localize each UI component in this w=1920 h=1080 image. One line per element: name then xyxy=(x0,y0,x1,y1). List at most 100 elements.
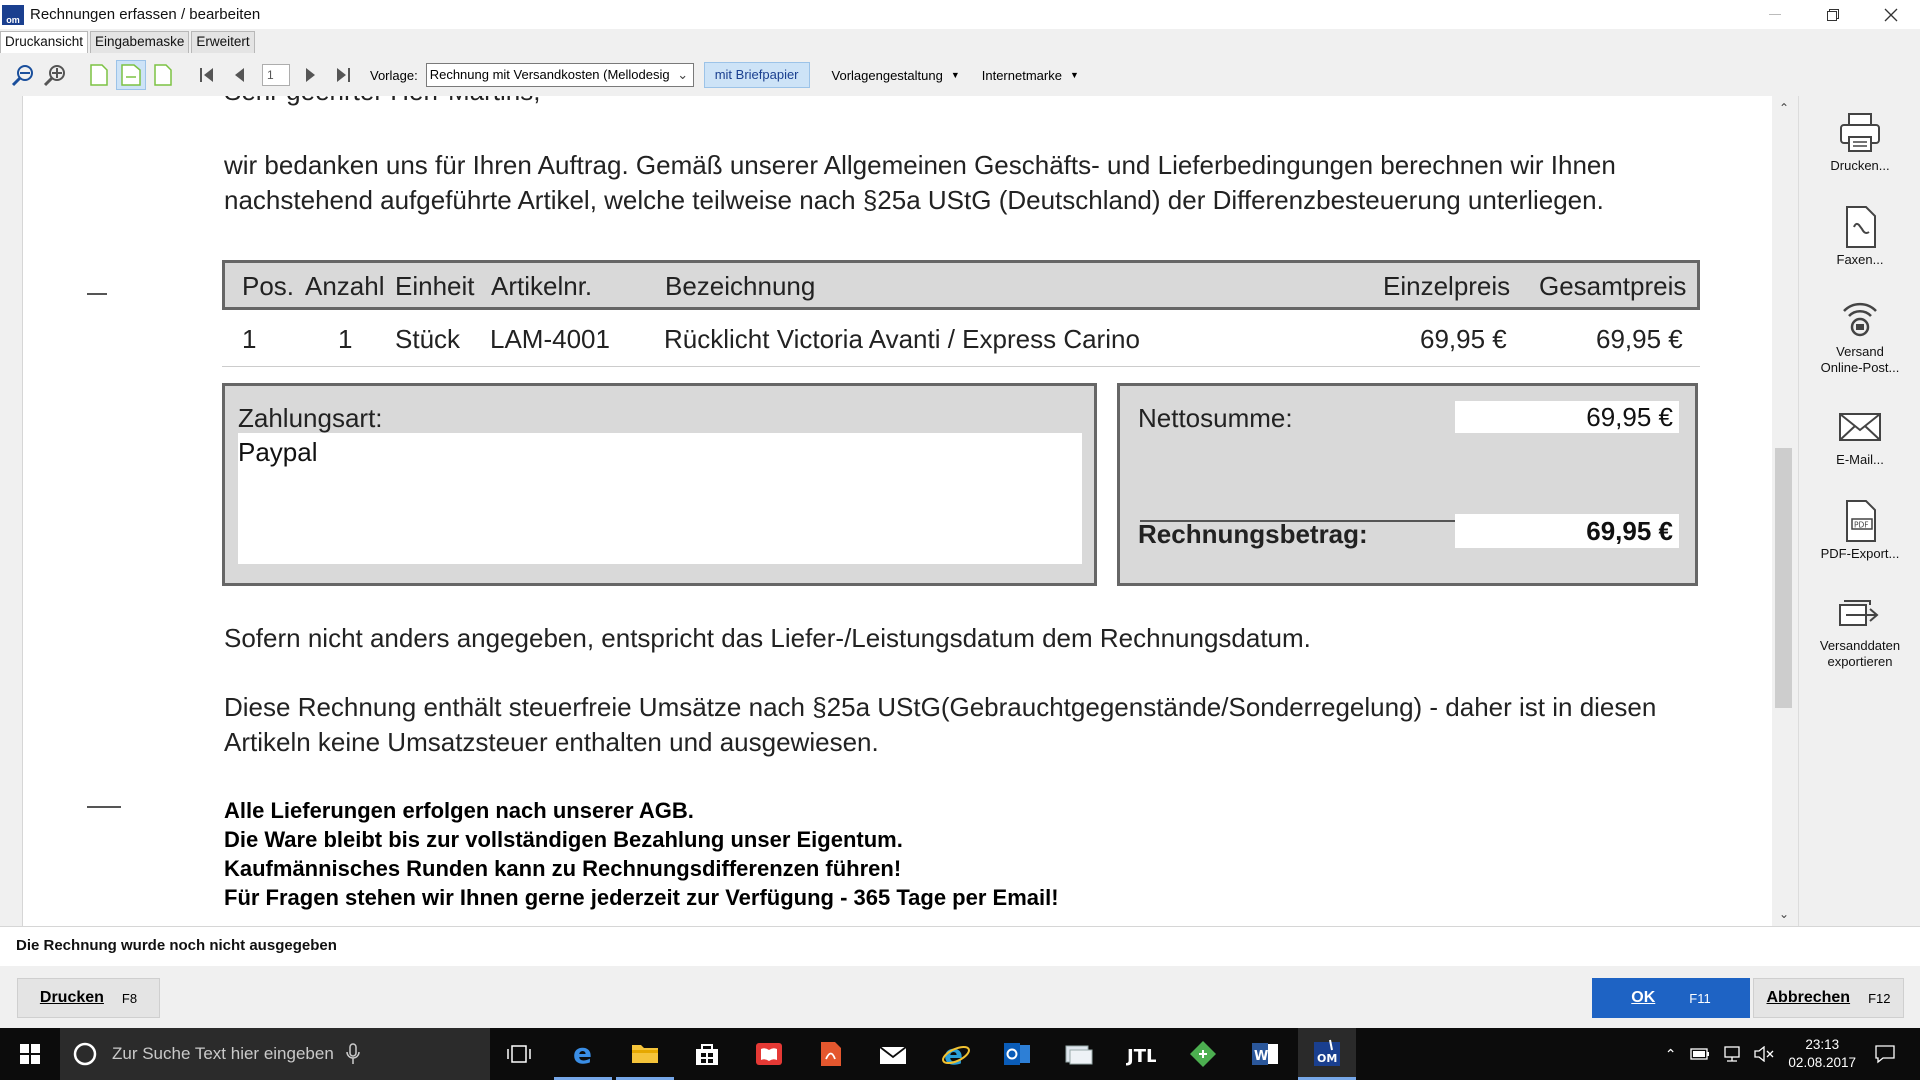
vorlage-select[interactable]: Rechnung mit Versandkosten (Mellodesig ⌄ xyxy=(425,63,694,87)
microphone-icon[interactable] xyxy=(346,1043,360,1065)
file-explorer-app[interactable] xyxy=(616,1028,674,1080)
minimize-button[interactable] xyxy=(1746,0,1804,29)
row-gesamtpreis: 69,95 € xyxy=(1596,324,1683,354)
window-app[interactable] xyxy=(1050,1028,1108,1080)
email-action[interactable]: E-Mail... xyxy=(1799,402,1920,468)
payment-box: Zahlungsart: Paypal xyxy=(222,383,1097,586)
svg-text:PDF: PDF xyxy=(1854,521,1869,530)
speaker-muted-icon[interactable] xyxy=(1754,1046,1774,1062)
svg-text:OM: OM xyxy=(1317,1052,1337,1065)
restore-button[interactable] xyxy=(1804,0,1862,29)
word-app[interactable]: W xyxy=(1236,1028,1294,1080)
dropdown-caret-icon: ▼ xyxy=(950,70,960,80)
delivery-note: Sofern nicht anders angegeben, entsprich… xyxy=(224,623,1311,653)
store-app[interactable] xyxy=(678,1028,736,1080)
scroll-down-icon[interactable]: ⌄ xyxy=(1772,904,1796,924)
outlook-app[interactable] xyxy=(988,1028,1046,1080)
window-controls xyxy=(1746,0,1920,29)
page-width-button[interactable] xyxy=(116,60,146,90)
col-einheit: Einheit xyxy=(395,271,475,301)
system-tray: ⌃ 23:13 02.08.2017 xyxy=(1665,1028,1920,1080)
taskbar-search[interactable]: Zur Suche Text hier eingeben xyxy=(60,1028,490,1080)
clock[interactable]: 23:13 02.08.2017 xyxy=(1788,1036,1856,1072)
row-einzelpreis: 69,95 € xyxy=(1420,324,1507,354)
mail-app[interactable] xyxy=(864,1028,922,1080)
single-page-button[interactable] xyxy=(84,60,114,90)
app-window: om Rechnungen erfassen / bearbeiten Druc… xyxy=(0,0,1920,1080)
pdf-export-label: PDF-Export... xyxy=(1820,546,1900,561)
book-reader-icon xyxy=(756,1043,782,1065)
tab-druckansicht[interactable]: Druckansicht xyxy=(0,31,89,53)
next-page-button[interactable] xyxy=(296,60,326,90)
fold-mark xyxy=(87,293,107,295)
col-artikelnr: Artikelnr. xyxy=(491,271,593,301)
last-page-button[interactable] xyxy=(328,60,358,90)
export-shipping-action[interactable]: Versanddaten exportieren xyxy=(1799,588,1920,670)
netto-value: 69,95 € xyxy=(1455,401,1679,433)
tab-eingabemaske[interactable]: Eingabemaske xyxy=(90,31,190,53)
totals-box: Nettosumme: 69,95 € Rechnungsbetrag: 69,… xyxy=(1117,383,1698,586)
notifications-icon[interactable] xyxy=(1874,1044,1896,1064)
rechnungsbetrag-value: 69,95 € xyxy=(1455,514,1679,548)
pdf-icon: PDF xyxy=(1846,500,1876,542)
title-bar: om Rechnungen erfassen / bearbeiten xyxy=(0,0,1920,29)
start-button[interactable] xyxy=(0,1028,60,1080)
print-action[interactable]: Drucken... xyxy=(1799,108,1920,174)
green-app[interactable] xyxy=(1174,1028,1232,1080)
pdf-export-action[interactable]: PDF PDF-Export... xyxy=(1799,496,1920,562)
payment-value: Paypal xyxy=(238,433,1082,564)
col-gesamtpreis: Gesamtpreis xyxy=(1539,271,1687,301)
rechnungsbetrag-label: Rechnungsbetrag: xyxy=(1138,519,1368,549)
print-button[interactable]: Drucken F8 xyxy=(17,978,160,1018)
reader-app[interactable] xyxy=(740,1028,798,1080)
page-number-field[interactable]: 1 xyxy=(262,64,290,86)
salutation: Sehr geehrter Herr Martins, xyxy=(224,96,540,109)
jtl-app[interactable]: JTL xyxy=(1112,1028,1170,1080)
scrollbar-thumb[interactable] xyxy=(1775,448,1792,708)
cancel-button[interactable]: Abbrechen F12 xyxy=(1753,978,1904,1018)
online-post-action[interactable]: Versand Online-Post... xyxy=(1799,294,1920,376)
internet-explorer-app[interactable]: e xyxy=(926,1028,984,1080)
close-button[interactable] xyxy=(1862,0,1920,29)
last-page-icon xyxy=(337,68,350,82)
battery-icon[interactable] xyxy=(1690,1047,1710,1061)
online-post-icon xyxy=(1843,302,1877,337)
previous-page-button[interactable] xyxy=(224,60,254,90)
vorlagengestaltung-label: Vorlagengestaltung xyxy=(831,67,943,83)
window-title: Rechnungen erfassen / bearbeiten xyxy=(30,6,261,23)
pdf-reader-app[interactable] xyxy=(802,1028,860,1080)
briefpapier-toggle[interactable]: mit Briefpapier xyxy=(703,62,810,88)
vorlagengestaltung-menu[interactable]: Vorlagengestaltung ▼ xyxy=(832,68,960,83)
jtl-icon: JTL xyxy=(1126,1046,1156,1066)
word-icon: W xyxy=(1252,1043,1278,1065)
fax-icon xyxy=(1846,206,1876,248)
print-button-label: Drucken xyxy=(39,989,104,1006)
internetmarke-menu[interactable]: Internetmarke ▼ xyxy=(982,68,1079,83)
whole-page-button[interactable] xyxy=(148,60,178,90)
close-icon xyxy=(1884,8,1898,21)
fax-action[interactable]: Faxen... xyxy=(1799,202,1920,268)
items-table-header: Pos. Anzahl Einheit Artikelnr. Bezeichnu… xyxy=(222,260,1700,310)
ownership-note: Die Ware bleibt bis zur vollständigen Be… xyxy=(224,827,903,852)
store-bag-icon xyxy=(696,1044,718,1065)
next-page-icon xyxy=(306,68,315,82)
zoom-in-button[interactable] xyxy=(40,60,70,90)
ok-button[interactable]: OK F11 xyxy=(1592,978,1750,1018)
tax-note-line-2: Artikeln keine Umsatzsteuer enthalten un… xyxy=(224,727,879,757)
print-preview[interactable]: Sehr geehrter Herr Martins, wir bedanken… xyxy=(0,96,1798,926)
first-page-button[interactable] xyxy=(192,60,222,90)
om-app-icon: OM xyxy=(1314,1039,1340,1066)
dropdown-caret-icon: ▼ xyxy=(1069,70,1079,80)
edge-app[interactable]: e xyxy=(554,1028,612,1080)
zoom-out-button[interactable] xyxy=(8,60,38,90)
om-app[interactable]: OM xyxy=(1298,1028,1356,1080)
tab-erweitert[interactable]: Erweitert xyxy=(191,31,255,53)
task-view-button[interactable] xyxy=(490,1028,548,1080)
first-page-icon xyxy=(200,68,213,82)
vertical-scrollbar[interactable]: ⌃ ⌄ xyxy=(1772,96,1796,926)
network-icon[interactable] xyxy=(1722,1046,1742,1062)
payment-label: Zahlungsart: xyxy=(238,403,383,433)
tray-chevron-icon[interactable]: ⌃ xyxy=(1665,1046,1677,1063)
scroll-up-icon[interactable]: ⌃ xyxy=(1772,98,1796,118)
ok-button-label: OK xyxy=(1631,989,1656,1006)
